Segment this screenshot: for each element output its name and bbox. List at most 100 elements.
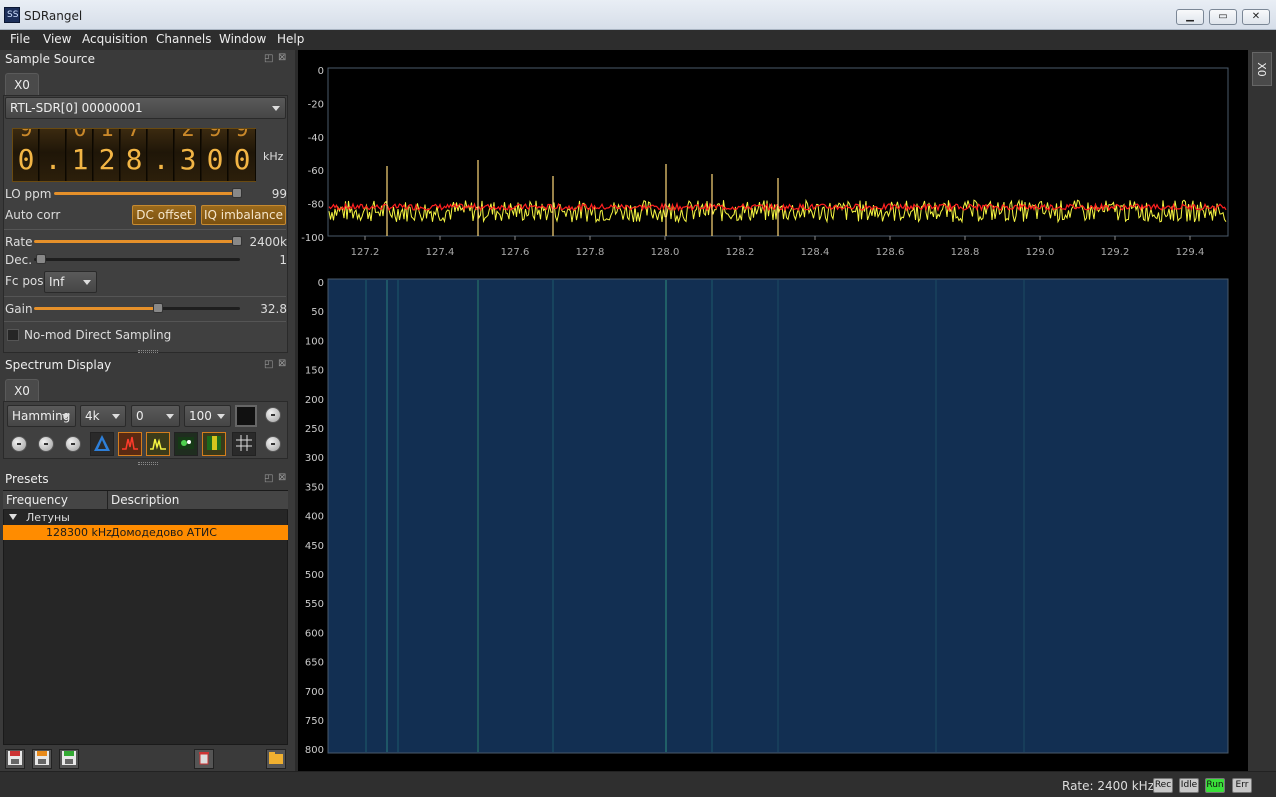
dec-slider[interactable] xyxy=(34,258,240,261)
frequency-unit: kHz xyxy=(263,150,284,163)
fft-size-value: 4k xyxy=(85,409,100,423)
float-icon[interactable]: ◰ xyxy=(264,359,273,370)
ref-level-value: 0 xyxy=(136,409,144,423)
menu-view[interactable]: View xyxy=(43,32,71,46)
float-icon[interactable]: ◰ xyxy=(264,53,273,64)
dial-1-icon[interactable] xyxy=(11,436,27,452)
x-tick-label: 128.6 xyxy=(876,247,905,258)
wf-tick-label: 450 xyxy=(305,541,324,552)
wf-tick-label: 200 xyxy=(305,395,324,406)
update-preset-icon[interactable] xyxy=(32,749,52,769)
gain-handle[interactable] xyxy=(153,303,163,313)
tab-sample-source-x0[interactable]: X0 xyxy=(5,73,39,95)
divider xyxy=(4,321,286,322)
preset-row[interactable]: 128300 kHz Домодедово АТИС xyxy=(3,525,288,540)
waterfall-icon[interactable] xyxy=(202,432,226,456)
preset-description: Домодедово АТИС xyxy=(111,526,217,539)
spectrum-y-axis: 0 -20 -40 -60 -80 -100 xyxy=(301,66,324,244)
tab-spectrum-x0[interactable]: X0 xyxy=(5,379,39,401)
resize-grip[interactable] xyxy=(138,462,158,465)
spectrum-svg[interactable]: 0-20-40-60-80-100 127.2 127.4 127.6 127.8 12… xyxy=(298,50,1248,771)
freq-digit[interactable]: 90 xyxy=(13,129,39,181)
col-frequency[interactable]: Frequency xyxy=(6,493,68,507)
frequency-dial[interactable]: 90 . 01 12 78 . 23 90 90 xyxy=(12,128,256,182)
device-select-value: RTL-SDR[0] 00000001 xyxy=(10,101,143,115)
lo-ppm-handle[interactable] xyxy=(232,188,242,198)
range-select[interactable]: 100 xyxy=(184,405,231,427)
delete-preset-icon[interactable] xyxy=(194,749,214,769)
y-tick-label: -60 xyxy=(308,166,324,177)
max-hold-glyph xyxy=(122,436,138,450)
current-spectrum-glyph xyxy=(150,438,166,450)
histogram-icon[interactable] xyxy=(174,432,198,456)
x-tick-label: 129.4 xyxy=(1176,247,1205,258)
x-tick-label: 127.2 xyxy=(351,247,380,258)
menu-acquisition[interactable]: Acquisition xyxy=(82,32,148,46)
ref-level-select[interactable]: 0 xyxy=(131,405,180,427)
fft-size-select[interactable]: 4k xyxy=(80,405,126,427)
rate-handle[interactable] xyxy=(232,236,242,246)
freq-digit[interactable]: 90 xyxy=(229,129,256,181)
lo-ppm-slider[interactable] xyxy=(54,192,240,195)
gain-slider[interactable] xyxy=(34,307,240,310)
resize-grip[interactable] xyxy=(138,350,158,353)
col-description[interactable]: Description xyxy=(111,493,179,507)
presets-title: Presets xyxy=(5,472,49,486)
dec-handle[interactable] xyxy=(36,254,46,264)
save-preset-icon[interactable] xyxy=(5,749,25,769)
freq-digit[interactable]: 78 xyxy=(121,129,147,181)
freq-digit[interactable]: 01 xyxy=(67,129,93,181)
open-folder-icon[interactable] xyxy=(266,749,286,769)
presets-header: Frequency Description xyxy=(3,491,288,510)
minimize-button[interactable]: ▁ xyxy=(1176,9,1204,25)
device-select[interactable]: RTL-SDR[0] 00000001 xyxy=(5,97,286,119)
iq-imbalance-button[interactable]: IQ imbalance xyxy=(201,205,286,225)
dial-2-icon[interactable] xyxy=(38,436,54,452)
freq-digit[interactable]: 90 xyxy=(202,129,228,181)
y-tick-label: -100 xyxy=(301,233,324,244)
range-value: 100 xyxy=(189,409,212,423)
load-preset-icon[interactable] xyxy=(59,749,79,769)
x-tick-label: 127.6 xyxy=(501,247,530,258)
chevron-down-icon xyxy=(166,414,174,419)
auto-corr-label: Auto corr xyxy=(5,208,61,222)
decay-dial-icon[interactable] xyxy=(265,407,281,423)
close-dock-icon[interactable]: ⊠ xyxy=(278,358,286,369)
wf-tick-label: 50 xyxy=(311,307,324,318)
rate-slider[interactable] xyxy=(34,240,240,243)
wf-tick-label: 0 xyxy=(318,278,324,289)
freq-separator: . xyxy=(148,129,174,181)
preset-group[interactable]: Летуны xyxy=(26,511,70,524)
max-hold-icon[interactable] xyxy=(118,432,142,456)
current-spectrum-icon[interactable] xyxy=(146,432,170,456)
close-dock-icon[interactable]: ⊠ xyxy=(278,52,286,63)
freq-digit[interactable]: 12 xyxy=(94,129,120,181)
x-tick-label: 127.4 xyxy=(426,247,455,258)
direct-sampling-checkbox[interactable] xyxy=(7,329,19,341)
close-button[interactable]: ✕ xyxy=(1242,9,1270,25)
menu-channels[interactable]: Channels xyxy=(156,32,212,46)
dial-3-icon[interactable] xyxy=(65,436,81,452)
color-swatch[interactable] xyxy=(235,405,257,427)
spectrum-view[interactable]: 0 -20 -40 -60 -80 -100 127.2 127.4 127.6 127.8 12… xyxy=(298,50,1248,771)
dc-offset-button[interactable]: DC offset xyxy=(132,205,196,225)
freq-digit[interactable]: 23 xyxy=(175,129,201,181)
fcpos-select[interactable]: Inf xyxy=(44,271,97,293)
chevron-down-icon xyxy=(62,414,70,419)
close-dock-icon[interactable]: ⊠ xyxy=(278,472,286,483)
spectrum-style-icon[interactable] xyxy=(90,432,114,456)
menu-file[interactable]: File xyxy=(10,32,30,46)
lo-ppm-label: LO ppm xyxy=(5,187,52,201)
float-icon[interactable]: ◰ xyxy=(264,473,273,484)
menu-help[interactable]: Help xyxy=(277,32,304,46)
tab-channel-x0[interactable]: X0 xyxy=(1252,52,1272,86)
x-tick-label: 128.2 xyxy=(726,247,755,258)
wf-tick-label: 150 xyxy=(305,366,324,377)
maximize-button[interactable]: ▭ xyxy=(1209,9,1237,25)
window-function-select[interactable]: Hamming xyxy=(7,405,76,427)
grid-intensity-dial-icon[interactable] xyxy=(265,436,281,452)
expand-arrow-icon[interactable] xyxy=(9,514,17,520)
y-tick-label: -40 xyxy=(308,133,324,144)
menu-window[interactable]: Window xyxy=(219,32,266,46)
grid-icon[interactable] xyxy=(232,432,256,456)
